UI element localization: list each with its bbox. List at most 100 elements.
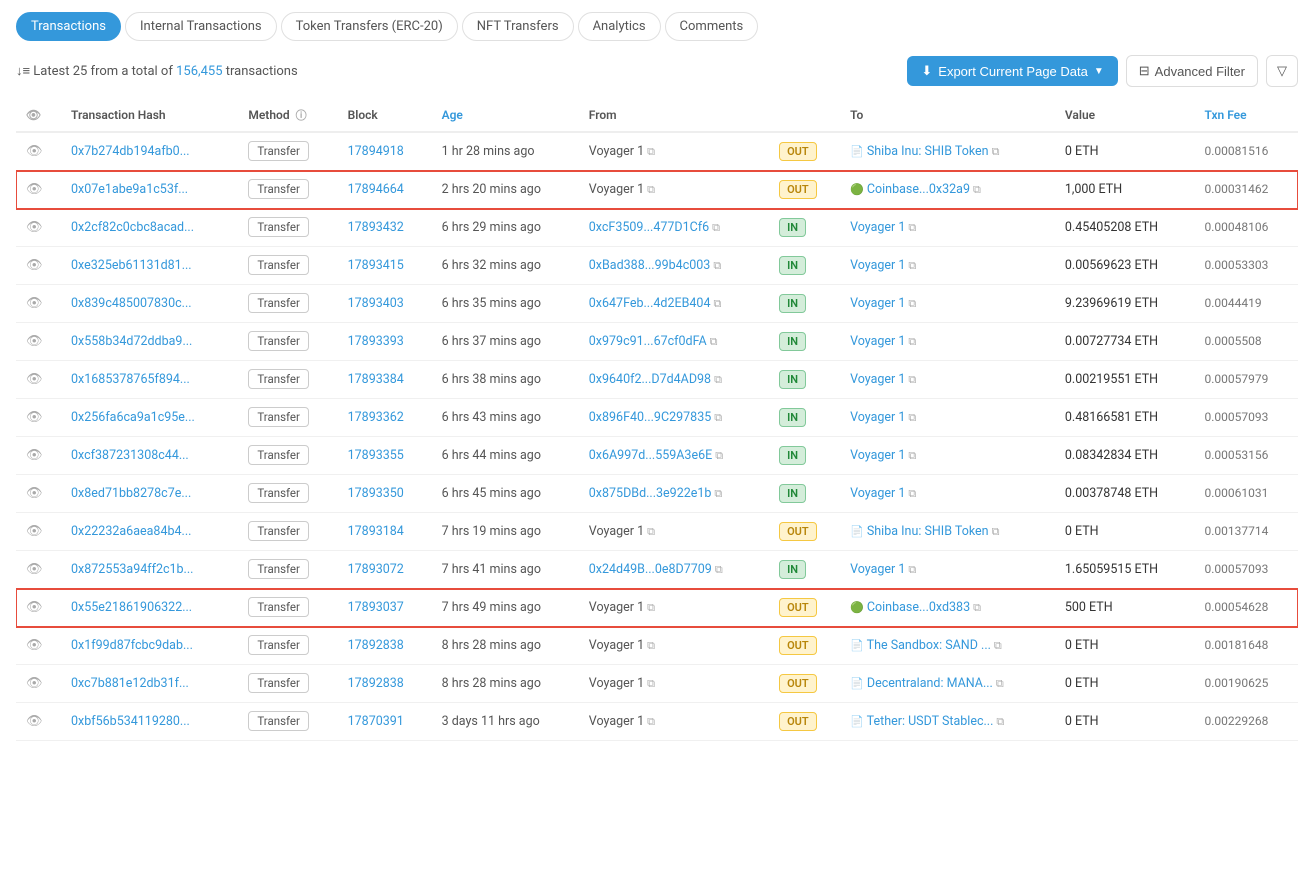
block-link[interactable]: 17893415	[348, 258, 404, 273]
to-link[interactable]: Voyager 1	[850, 410, 905, 425]
row-eye[interactable]: 👁	[16, 513, 61, 551]
row-eye[interactable]: 👁	[16, 247, 61, 285]
from-copy-icon[interactable]: ⧉	[712, 221, 720, 234]
to-copy-icon[interactable]: ⧉	[908, 297, 916, 310]
from-link[interactable]: 0x647Feb...4d2EB404	[589, 296, 711, 311]
to-link[interactable]: Voyager 1	[850, 372, 905, 387]
to-copy-icon[interactable]: ⧉	[973, 183, 981, 196]
tx-hash-link[interactable]: 0x22232a6aea84b4...	[71, 524, 191, 539]
to-link[interactable]: Decentraland: MANA...	[867, 676, 993, 691]
to-link[interactable]: Coinbase...0xd383	[867, 600, 970, 615]
eye-icon[interactable]: 👁	[26, 600, 43, 615]
tx-hash-link[interactable]: 0x872553a94ff2c1b...	[71, 562, 193, 577]
from-copy-icon[interactable]: ⧉	[715, 449, 723, 462]
block-link[interactable]: 17894918	[348, 144, 404, 159]
row-eye[interactable]: 👁	[16, 665, 61, 703]
from-copy-icon[interactable]: ⧉	[714, 411, 722, 424]
to-copy-icon[interactable]: ⧉	[996, 715, 1004, 728]
to-copy-icon[interactable]: ⧉	[908, 335, 916, 348]
from-link[interactable]: 0x979c91...67cf0dFA	[589, 334, 707, 349]
eye-icon[interactable]: 👁	[26, 220, 43, 235]
row-eye[interactable]: 👁	[16, 437, 61, 475]
tx-hash-link[interactable]: 0x2cf82c0cbc8acad...	[71, 220, 194, 235]
tx-hash-link[interactable]: 0x558b34d72ddba9...	[71, 334, 192, 349]
eye-icon[interactable]: 👁	[26, 182, 43, 197]
tx-hash-link[interactable]: 0x256fa6ca9a1c95e...	[71, 410, 195, 425]
funnel-button[interactable]: ▽	[1266, 55, 1298, 87]
from-link[interactable]: 0x24d49B...0e8D7709	[589, 562, 712, 577]
block-link[interactable]: 17893403	[348, 296, 404, 311]
to-link[interactable]: Voyager 1	[850, 448, 905, 463]
tx-hash-link[interactable]: 0x8ed71bb8278c7e...	[71, 486, 191, 501]
to-copy-icon[interactable]: ⧉	[992, 145, 1000, 158]
to-link[interactable]: Voyager 1	[850, 258, 905, 273]
row-eye[interactable]: 👁	[16, 361, 61, 399]
row-eye[interactable]: 👁	[16, 475, 61, 513]
tx-hash-link[interactable]: 0xe325eb61131d81...	[71, 258, 192, 273]
to-link[interactable]: Shiba Inu: SHIB Token	[867, 524, 989, 539]
row-eye[interactable]: 👁	[16, 399, 61, 437]
to-link[interactable]: Voyager 1	[850, 296, 905, 311]
row-eye[interactable]: 👁	[16, 285, 61, 323]
tx-hash-link[interactable]: 0x07e1abe9a1c53f...	[71, 182, 188, 197]
tx-hash-link[interactable]: 0x839c485007830c...	[71, 296, 192, 311]
from-link[interactable]: 0x896F40...9C297835	[589, 410, 711, 425]
eye-icon[interactable]: 👁	[26, 334, 43, 349]
eye-icon[interactable]: 👁	[26, 714, 43, 729]
from-copy-icon[interactable]: ⧉	[647, 677, 655, 690]
eye-icon[interactable]: 👁	[26, 562, 43, 577]
row-eye[interactable]: 👁	[16, 171, 61, 209]
to-link[interactable]: Voyager 1	[850, 562, 905, 577]
from-link[interactable]: 0x6A997d...559A3e6E	[589, 448, 712, 463]
eye-icon[interactable]: 👁	[26, 410, 43, 425]
row-eye[interactable]: 👁	[16, 627, 61, 665]
block-link[interactable]: 17893432	[348, 220, 404, 235]
row-eye[interactable]: 👁	[16, 323, 61, 361]
block-link[interactable]: 17893355	[348, 448, 404, 463]
advanced-filter-button[interactable]: ⊟ Advanced Filter	[1126, 55, 1258, 87]
block-link[interactable]: 17893350	[348, 486, 404, 501]
to-link[interactable]: Tether: USDT Stablec...	[867, 714, 994, 729]
block-link[interactable]: 17870391	[348, 714, 404, 729]
to-copy-icon[interactable]: ⧉	[908, 221, 916, 234]
tx-hash-link[interactable]: 0x1f99d87fcbc9dab...	[71, 638, 193, 653]
eye-icon[interactable]: 👁	[26, 448, 43, 463]
row-eye[interactable]: 👁	[16, 132, 61, 171]
total-count-link[interactable]: 156,455	[176, 64, 222, 79]
row-eye[interactable]: 👁	[16, 703, 61, 741]
from-copy-icon[interactable]: ⧉	[647, 601, 655, 614]
block-link[interactable]: 17893184	[348, 524, 404, 539]
to-copy-icon[interactable]: ⧉	[908, 449, 916, 462]
tx-hash-link[interactable]: 0x1685378765f894...	[71, 372, 190, 387]
from-copy-icon[interactable]: ⧉	[647, 525, 655, 538]
block-link[interactable]: 17893384	[348, 372, 404, 387]
eye-icon[interactable]: 👁	[26, 144, 43, 159]
from-link[interactable]: 0x875DBd...3e922e1b	[589, 486, 712, 501]
to-link[interactable]: Voyager 1	[850, 334, 905, 349]
eye-icon[interactable]: 👁	[26, 524, 43, 539]
tab-comments[interactable]: Comments	[665, 12, 759, 41]
to-link[interactable]: Voyager 1	[850, 486, 905, 501]
block-link[interactable]: 17893362	[348, 410, 404, 425]
tx-hash-link[interactable]: 0xc7b881e12db31f...	[71, 676, 189, 691]
from-copy-icon[interactable]: ⧉	[647, 145, 655, 158]
eye-icon[interactable]: 👁	[26, 296, 43, 311]
tab-token-transfers[interactable]: Token Transfers (ERC-20)	[281, 12, 458, 41]
from-link[interactable]: 0x9640f2...D7d4AD98	[589, 372, 711, 387]
to-copy-icon[interactable]: ⧉	[996, 677, 1004, 690]
eye-icon[interactable]: 👁	[26, 258, 43, 273]
tab-nft-transfers[interactable]: NFT Transfers	[462, 12, 574, 41]
from-copy-icon[interactable]: ⧉	[713, 297, 721, 310]
block-link[interactable]: 17893072	[348, 562, 404, 577]
tx-hash-link[interactable]: 0xbf56b534119280...	[71, 714, 190, 729]
eye-icon[interactable]: 👁	[26, 486, 43, 501]
from-copy-icon[interactable]: ⧉	[714, 373, 722, 386]
to-copy-icon[interactable]: ⧉	[908, 373, 916, 386]
to-link[interactable]: Voyager 1	[850, 220, 905, 235]
tab-analytics[interactable]: Analytics	[578, 12, 661, 41]
tab-internal-transactions[interactable]: Internal Transactions	[125, 12, 277, 41]
from-copy-icon[interactable]: ⧉	[713, 259, 721, 272]
eye-icon[interactable]: 👁	[26, 372, 43, 387]
to-copy-icon[interactable]: ⧉	[973, 601, 981, 614]
tx-hash-link[interactable]: 0x55e21861906322...	[71, 600, 192, 615]
